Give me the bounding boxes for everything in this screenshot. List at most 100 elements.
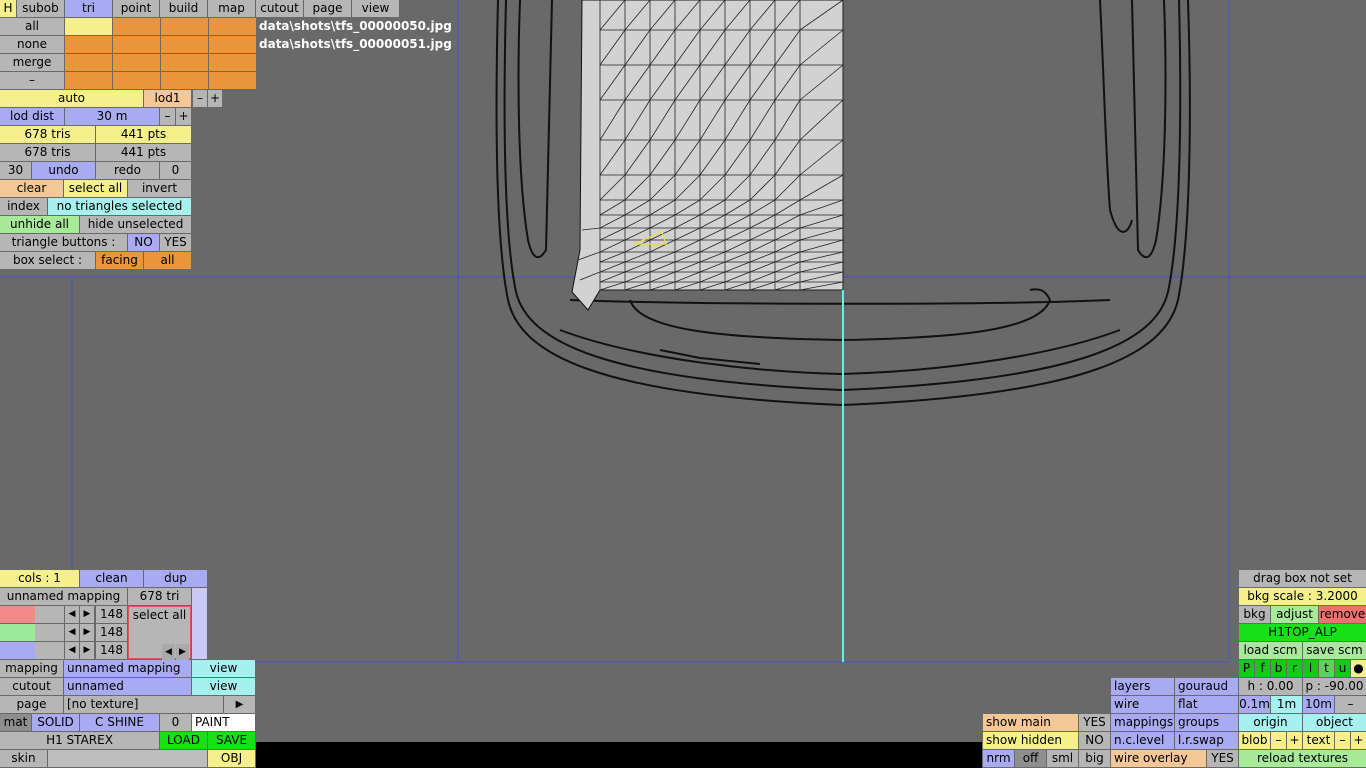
pitch-value[interactable]: p : -90.00 [1303, 678, 1366, 695]
group-cell[interactable] [161, 72, 208, 89]
remove-button[interactable]: remove [1319, 606, 1366, 623]
group-cell[interactable] [209, 36, 256, 53]
box-select-facing[interactable]: facing [96, 252, 143, 269]
lod-dist-minus[interactable]: – [160, 108, 175, 125]
page-arrow-button[interactable]: ▶ [224, 696, 255, 713]
mapping-select[interactable]: unnamed mapping [64, 660, 191, 677]
select-all-button[interactable]: select all [64, 180, 127, 197]
obj-button[interactable]: OBJ [208, 750, 255, 767]
cutout-select[interactable]: unnamed [64, 678, 191, 695]
group-cell[interactable] [209, 72, 256, 89]
step-minus[interactable]: – [1335, 696, 1366, 713]
sel-merge-button[interactable]: merge [0, 54, 64, 71]
triangle-buttons-no[interactable]: NO [128, 234, 159, 251]
tab-map[interactable]: map [208, 0, 255, 17]
blue-left-arrow[interactable]: ◀ [65, 642, 79, 659]
swatch-right-arrow[interactable]: ▶ [176, 644, 189, 661]
bkg-scale[interactable]: bkg scale : 3.2000 [1239, 588, 1366, 605]
skin-field[interactable] [48, 750, 207, 767]
blue-slider[interactable] [0, 642, 64, 659]
dup-button[interactable]: dup [144, 570, 207, 587]
tab-view[interactable]: view [352, 0, 399, 17]
save-scm-button[interactable]: save scm [1303, 642, 1366, 659]
group-cell[interactable] [209, 18, 256, 35]
hide-unselected-button[interactable]: hide unselected [80, 216, 191, 233]
show-hidden-toggle[interactable]: NO [1079, 732, 1110, 749]
cutout-view-button[interactable]: view [192, 678, 255, 695]
lod-minus-button[interactable]: – [193, 90, 207, 107]
lod-dist-value[interactable]: 30 m [65, 108, 159, 125]
triangle-buttons-yes[interactable]: YES [160, 234, 191, 251]
mappings-button[interactable]: mappings [1111, 714, 1174, 731]
blob-button[interactable]: blob [1239, 732, 1270, 749]
group-cell[interactable] [113, 18, 160, 35]
green-left-arrow[interactable]: ◀ [65, 624, 79, 641]
view-button-dot[interactable]: ● [1351, 660, 1366, 677]
sml-button[interactable]: sml [1047, 750, 1078, 767]
undo-button[interactable]: undo [32, 162, 95, 179]
flat-button[interactable]: flat [1175, 696, 1238, 713]
heading-value[interactable]: h : 0.00 [1239, 678, 1302, 695]
object-name[interactable]: H1 STAREX [0, 732, 159, 749]
lrswap-button[interactable]: l.r.swap [1175, 732, 1238, 749]
red-left-arrow[interactable]: ◀ [65, 606, 79, 623]
step-1m[interactable]: 1m [1271, 696, 1302, 713]
clear-button[interactable]: clear [0, 180, 63, 197]
step-01m[interactable]: 0.1m [1239, 696, 1270, 713]
view-button-p[interactable]: P [1239, 660, 1254, 677]
view-button-f[interactable]: f [1255, 660, 1270, 677]
group-cell[interactable] [113, 36, 160, 53]
group-cell[interactable] [161, 18, 208, 35]
swatch-left-arrow[interactable]: ◀ [162, 644, 175, 661]
tab-h[interactable]: H [0, 0, 16, 17]
index-button[interactable]: index [0, 198, 47, 215]
origin-button[interactable]: origin [1239, 714, 1302, 731]
lod-plus-button[interactable]: + [208, 90, 222, 107]
group-cell[interactable] [65, 72, 112, 89]
blob-plus[interactable]: + [1287, 732, 1302, 749]
group-cell[interactable] [161, 36, 208, 53]
tab-tri[interactable]: tri [65, 0, 112, 17]
lod-auto-button[interactable]: auto [0, 90, 143, 107]
layers-button[interactable]: layers [1111, 678, 1174, 695]
view-button-r[interactable]: r [1287, 660, 1302, 677]
clean-button[interactable]: clean [80, 570, 143, 587]
reload-textures-button[interactable]: reload textures [1239, 750, 1366, 767]
view-button-b[interactable]: b [1271, 660, 1286, 677]
groups-button[interactable]: groups [1175, 714, 1238, 731]
green-slider[interactable] [0, 624, 64, 641]
adjust-button[interactable]: adjust [1271, 606, 1318, 623]
nclevel-button[interactable]: n.c.level [1111, 732, 1174, 749]
tab-point[interactable]: point [113, 0, 159, 17]
group-cell[interactable] [65, 18, 112, 35]
cols-label[interactable]: cols : 1 [0, 570, 79, 587]
view-button-t[interactable]: t [1319, 660, 1334, 677]
load-scm-button[interactable]: load scm [1239, 642, 1302, 659]
view-button-l[interactable]: l [1303, 660, 1318, 677]
blue-right-arrow[interactable]: ▶ [80, 642, 94, 659]
tab-cutout[interactable]: cutout [256, 0, 303, 17]
group-cell[interactable] [113, 54, 160, 71]
lod-dist-plus[interactable]: + [176, 108, 191, 125]
gouraud-button[interactable]: gouraud [1175, 678, 1238, 695]
text-button[interactable]: text [1303, 732, 1334, 749]
object-button[interactable]: object [1303, 714, 1366, 731]
tab-subob[interactable]: subob [17, 0, 64, 17]
solid-button[interactable]: SOLID [32, 714, 79, 731]
view-button-u[interactable]: u [1335, 660, 1350, 677]
group-cell[interactable] [209, 54, 256, 71]
text-plus[interactable]: + [1351, 732, 1366, 749]
group-cell[interactable] [161, 54, 208, 71]
scm-name[interactable]: H1TOP_ALP [1239, 624, 1366, 641]
red-right-arrow[interactable]: ▶ [80, 606, 94, 623]
wire-button[interactable]: wire [1111, 696, 1174, 713]
mapping-scrollbar[interactable] [192, 588, 207, 659]
bkg-button[interactable]: bkg [1239, 606, 1270, 623]
mapping-name[interactable]: unnamed mapping [0, 588, 127, 605]
step-10m[interactable]: 10m [1303, 696, 1334, 713]
cshine-button[interactable]: C SHINE [80, 714, 159, 731]
nrm-button[interactable]: nrm [983, 750, 1014, 767]
tab-build[interactable]: build [160, 0, 207, 17]
sel-minus-button[interactable]: – [0, 72, 64, 89]
save-button[interactable]: SAVE [208, 732, 255, 749]
